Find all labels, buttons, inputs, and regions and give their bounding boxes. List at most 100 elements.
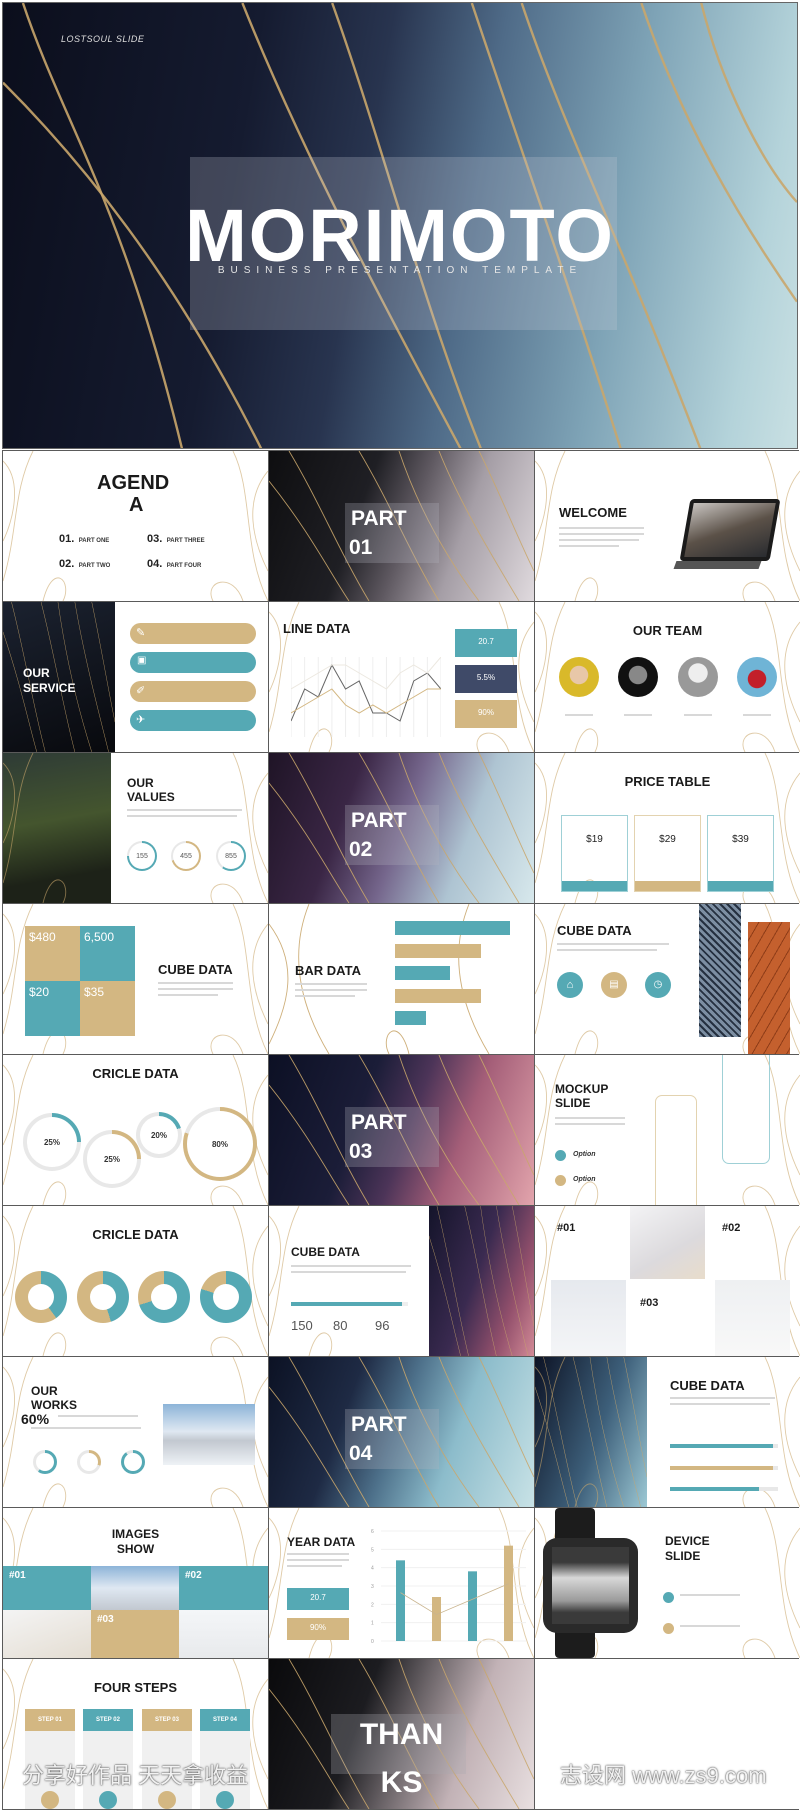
price-title: PRICE TABLE [624, 774, 711, 789]
ring-value: 25% [43, 1137, 60, 1147]
slide-device[interactable]: DEVICE SLIDE [535, 1508, 800, 1658]
stat-box: 90% [455, 700, 517, 728]
agenda-item: 03. PART THREE [147, 533, 205, 545]
gold-line [574, 728, 599, 752]
slide-welcome[interactable]: WELCOME [535, 451, 800, 601]
gold-line [3, 1366, 15, 1448]
gallery-label: #03 [640, 1297, 659, 1309]
gold-line [574, 1030, 599, 1054]
price-card: $29 [634, 815, 701, 892]
gold-line [436, 1206, 469, 1356]
values-title-cont: VALUES [127, 790, 175, 804]
slide-our-values[interactable]: OUR VALUES 155 455 855 [3, 753, 268, 903]
cube-cell: 6,500 [80, 926, 135, 981]
donut-chart [138, 1271, 190, 1323]
slide-our-service[interactable]: OUR SERVICE ✎ ▣ ✐ ✈ [3, 602, 268, 752]
image-card: #02 [179, 1566, 268, 1610]
gold-line [210, 1034, 244, 1054]
slide-part-03[interactable]: PART 03 [269, 1055, 534, 1205]
stat-box: 20.7 [455, 629, 517, 657]
option-label: Option [573, 1176, 596, 1183]
slide-agenda[interactable]: AGEND A 01. PART ONE 02. PART TWO 03. PA… [3, 451, 268, 601]
part-label: PART [351, 1111, 407, 1134]
slide-thanks[interactable]: THAN KS [269, 1659, 534, 1809]
progress-bar [670, 1444, 778, 1448]
slide-part-01[interactable]: PART 01 [269, 451, 534, 601]
home-icon: ⌂ [557, 972, 583, 998]
step-label: STEP 04 [200, 1709, 250, 1731]
bar [432, 1597, 441, 1641]
welcome-title: WELCOME [559, 505, 627, 520]
ring-value: 855 [225, 852, 237, 860]
line-series [291, 688, 441, 714]
cube-cell: $35 [80, 981, 135, 1036]
gold-line [232, 451, 268, 601]
price-card: $19 [561, 815, 628, 892]
slide-circle-data-1[interactable]: CRICLE DATA 25% 25% 20% 80% [3, 1055, 268, 1205]
year-bar-chart: 0 1 2 3 4 5 6 [371, 1529, 526, 1645]
dark-panel [3, 602, 116, 752]
gold-line [74, 602, 109, 752]
slide-year-data[interactable]: YEAR DATA 20.7 90% 0 1 2 3 4 5 6 [269, 1508, 534, 1658]
circle-title: CRICLE DATA [92, 1066, 179, 1081]
slide-images-show[interactable]: IMAGES SHOW #01 #02 #03 [3, 1508, 268, 1658]
gold-line [269, 611, 281, 693]
photo [551, 1280, 626, 1356]
circle-title: CRICLE DATA [92, 1227, 179, 1242]
slide-cube-data-4[interactable]: CUBE DATA [535, 1357, 800, 1507]
device-title: DEVICE [665, 1534, 710, 1548]
slide-line-data[interactable]: LINE DATA 20.7 5.5% 90% [269, 602, 534, 752]
gold-line [543, 1357, 578, 1507]
avatar [618, 657, 658, 697]
cover-slide[interactable]: LOSTSOUL SLIDE MORIMOTO BUSINESS PRESENT… [2, 2, 798, 449]
slide-our-works[interactable]: OUR WORKS 60% [3, 1357, 268, 1507]
slide-our-team[interactable]: OUR TEAM [535, 602, 800, 752]
thanks-title: THAN [359, 1718, 444, 1751]
images-title: IMAGES [111, 1527, 160, 1541]
slide-gallery[interactable]: #01 #02 #03 [535, 1206, 800, 1356]
phone-outline [722, 1055, 770, 1164]
gold-line [42, 1332, 67, 1356]
bar [395, 943, 482, 958]
step-icon [99, 1791, 117, 1809]
thanks-title-cont: KS [380, 1766, 423, 1799]
service-pill: ✐ [130, 681, 256, 702]
slide-mockup[interactable]: MOCKUP SLIDE Option Option [535, 1055, 800, 1205]
gold-line [742, 732, 776, 752]
progress-bar [670, 1487, 778, 1491]
gold-line [91, 602, 116, 723]
photo [3, 1610, 91, 1658]
slide-part-02[interactable]: PART 02 [269, 753, 534, 903]
service-title-cont: SERVICE [23, 681, 76, 695]
gold-line [784, 1074, 800, 1176]
y-tick-label: 1 [371, 1621, 374, 1627]
cube-title: CUBE DATA [670, 1378, 745, 1393]
gold-line [742, 1638, 776, 1658]
slide-thumbnail-grid: AGEND A 01. PART ONE 02. PART TWO 03. PA… [2, 450, 800, 1810]
slide-part-04[interactable]: PART 04 [269, 1357, 534, 1507]
slide-bar-data[interactable]: BAR DATA [269, 904, 534, 1054]
cover-title: MORIMOTO [185, 194, 615, 277]
gold-line [496, 1206, 529, 1356]
stat-box: 5.5% [455, 665, 517, 693]
slide-cube-data-3[interactable]: CUBE DATA 150 80 96 [269, 1206, 534, 1356]
y-tick-label: 6 [371, 1529, 374, 1535]
bar-title: BAR DATA [295, 963, 361, 978]
gold-line [3, 460, 15, 542]
image-card: #01 [3, 1566, 91, 1610]
slide-cube-data-2[interactable]: CUBE DATA ⌂ ▤ ◷ [535, 904, 800, 1054]
gold-line [298, 904, 330, 1054]
step-label: STEP 02 [83, 1709, 133, 1731]
tablet-image [679, 499, 781, 561]
slide-price-table[interactable]: PRICE TABLE $19 $29 $39 [535, 753, 800, 903]
gold-line [252, 923, 268, 1025]
gold-line [574, 577, 599, 601]
cover-subtitle: BUSINESS PRESENTATION TEMPLATE [217, 265, 583, 276]
gold-line [42, 1181, 67, 1205]
slide-cube-data-1[interactable]: $480 6,500 $20 $35 CUBE DATA [3, 904, 268, 1054]
gold-line [764, 1055, 800, 1205]
slide-circle-data-2[interactable]: CRICLE DATA [3, 1206, 268, 1356]
gold-line [428, 1235, 461, 1356]
donut-chart [200, 1271, 252, 1323]
gold-line [210, 1185, 244, 1205]
